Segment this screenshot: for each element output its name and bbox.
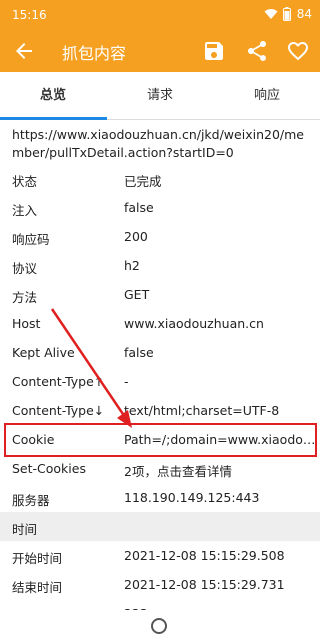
row-key: Host (12, 316, 41, 331)
page-title: 抓包内容 (62, 44, 127, 63)
row-status: 状态 已完成 (0, 164, 320, 193)
row-value: false (124, 345, 154, 360)
row-value: 200 (124, 229, 148, 244)
row-key: 响应码 (12, 232, 50, 247)
status-indicators: 84 (264, 7, 312, 21)
row-key: 协议 (12, 261, 38, 276)
section-header-time: 时间 (0, 512, 320, 541)
row-value: h2 (124, 258, 140, 273)
wifi-icon (264, 8, 278, 20)
battery-level: 84 (296, 7, 312, 21)
share-icon (248, 41, 266, 61)
row-cookie[interactable]: Cookie Path=/;domain=www.xiaodouz... (0, 425, 320, 454)
row-server: 服务器 118.190.149.125:443 (0, 483, 320, 512)
row-end-time: 结束时间 2021-12-08 15:15:29.731 (0, 570, 320, 599)
row-protocol: 协议 h2 (0, 251, 320, 280)
row-value: 已完成 (124, 174, 162, 189)
row-content-type-down: Content-Type↓ text/html;charset=UTF-8 (0, 396, 320, 425)
heart-icon (288, 42, 308, 61)
back-arrow-icon (16, 43, 32, 59)
status-time: 15:16 (12, 8, 47, 22)
row-key: 注入 (12, 203, 38, 218)
row-key: 服务器 (12, 493, 50, 508)
row-response-code: 响应码 200 (0, 222, 320, 251)
tab-request[interactable]: 请求 (107, 72, 213, 120)
request-url: https://www.xiaodouzhuan.cn/jkd/weixin20… (12, 127, 304, 160)
tab-bar: 总览 请求 响应 (0, 72, 320, 120)
share-button[interactable] (245, 39, 269, 63)
row-start-time: 开始时间 2021-12-08 15:15:29.508 (0, 541, 320, 570)
row-value: 118.190.149.125:443 (124, 490, 260, 505)
row-key: Content-Type↓ (12, 403, 105, 418)
detail-list: 状态 已完成 注入 false 响应码 200 协议 h2 方法 GET Host www.… (0, 164, 320, 628)
row-value: 2021-12-08 15:15:29.731 (124, 577, 285, 592)
row-content-type-up: Content-Type↑ - (0, 367, 320, 396)
row-injection: 注入 false (0, 193, 320, 222)
row-value: 2021-12-08 15:15:29.508 (124, 548, 285, 563)
tab-overview[interactable]: 总览 (0, 72, 106, 120)
row-kept-alive: Kept Alive false (0, 338, 320, 367)
back-button[interactable] (12, 39, 36, 63)
home-icon[interactable] (151, 618, 167, 634)
row-host: Host www.xiaodouzhuan.cn (0, 309, 320, 338)
active-tab-indicator (0, 117, 107, 120)
row-key: 结束时间 (12, 580, 63, 595)
row-set-cookies[interactable]: Set-Cookies 2项，点击查看详情 (0, 454, 320, 483)
row-value: GET (124, 287, 150, 302)
system-nav-bar (0, 610, 320, 640)
row-value: text/html;charset=UTF-8 (124, 403, 280, 418)
row-value: Path=/;domain=www.xiaodouz... (124, 432, 316, 447)
row-value: www.xiaodouzhuan.cn (124, 316, 264, 331)
battery-icon (282, 7, 291, 21)
row-value: - (124, 374, 129, 389)
favorite-button[interactable] (286, 39, 310, 63)
row-key: Kept Alive (12, 345, 75, 360)
status-bar: 15:16 84 (0, 0, 320, 30)
row-key: Content-Type↑ (12, 374, 105, 389)
row-method: 方法 GET (0, 280, 320, 309)
save-button[interactable] (202, 39, 226, 63)
row-value: 2项，点击查看详情 (124, 464, 232, 479)
row-key: 方法 (12, 290, 38, 305)
row-key: 状态 (12, 174, 38, 189)
row-key: Cookie (12, 432, 55, 447)
row-key: 开始时间 (12, 551, 63, 566)
row-key: Set-Cookies (12, 461, 86, 476)
row-value: false (124, 200, 154, 215)
section-title: 时间 (12, 522, 38, 537)
save-icon (205, 42, 223, 60)
app-bar: 抓包内容 (0, 30, 320, 72)
tab-response[interactable]: 响应 (214, 72, 320, 120)
